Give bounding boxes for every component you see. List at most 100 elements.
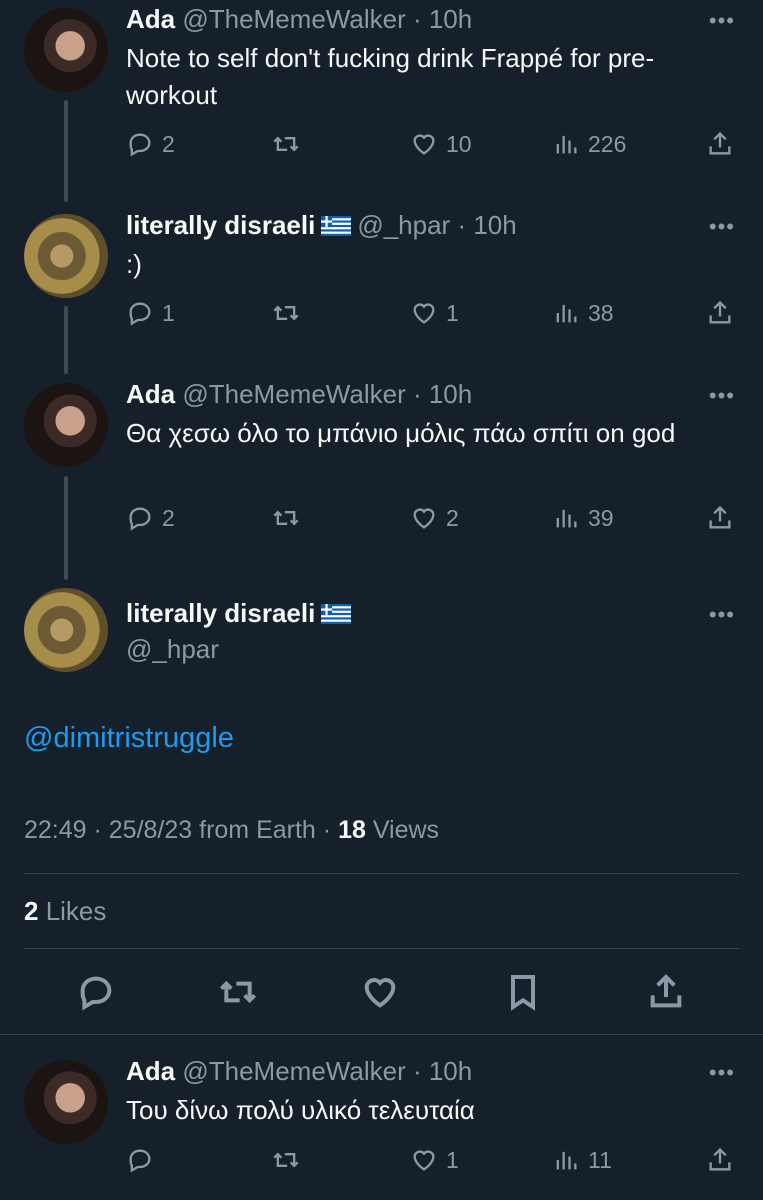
like-button[interactable]: 2: [410, 504, 459, 532]
retweet-button[interactable]: [272, 504, 308, 532]
author-name[interactable]: literally disraeli: [126, 210, 315, 240]
thread-line: [64, 306, 68, 374]
heart-icon: [360, 972, 400, 1012]
divider: [0, 1034, 763, 1035]
tweet-header: Ada @TheMemeWalker · 10h: [126, 4, 472, 35]
bookmark-button[interactable]: [503, 972, 551, 1012]
reply-button[interactable]: [76, 972, 124, 1012]
heart-icon: [410, 504, 438, 532]
views-icon: [552, 504, 580, 532]
retweet-icon: [272, 504, 300, 532]
greece-flag-icon: [321, 604, 351, 624]
reply-icon: [76, 972, 116, 1012]
views-icon: [552, 299, 580, 327]
tweet-header: Ada @TheMemeWalker · 10h: [126, 379, 472, 410]
more-options-icon[interactable]: •••: [709, 214, 735, 240]
bookmark-icon: [503, 972, 543, 1012]
views-label: Views: [365, 816, 440, 844]
view-count: 226: [588, 130, 627, 157]
timestamp-source[interactable]: 22:49 · 25/8/23 from Earth ·: [24, 816, 338, 844]
author-handle[interactable]: @TheMemeWalker · 10h: [182, 1056, 472, 1086]
view-count: 38: [588, 299, 614, 326]
likes-label: Likes: [38, 896, 107, 926]
thread-line: [64, 100, 68, 202]
retweet-icon: [272, 130, 300, 158]
views-button[interactable]: 11: [552, 1146, 612, 1174]
like-button[interactable]: 1: [410, 1146, 459, 1174]
author-name[interactable]: Ada: [126, 379, 175, 409]
divider: [24, 873, 739, 874]
avatar[interactable]: [24, 383, 108, 467]
avatar[interactable]: [24, 214, 108, 298]
reply-icon: [126, 130, 154, 158]
mention-link[interactable]: @dimitristruggle: [24, 722, 234, 755]
avatar[interactable]: [24, 1060, 108, 1144]
more-options-icon[interactable]: •••: [709, 602, 735, 628]
share-button[interactable]: [706, 504, 742, 532]
author-handle[interactable]: @TheMemeWalker · 10h: [182, 379, 472, 409]
tweet-text: Του δίνω πολύ υλικό τελευταία: [126, 1095, 475, 1125]
author-name[interactable]: Ada: [126, 4, 175, 34]
share-button[interactable]: [706, 1146, 742, 1174]
tweet-text: Θα χεσω όλο το μπάνιο μόλις πάω σπίτι on…: [126, 418, 676, 448]
likes-count: 2: [24, 896, 39, 926]
tweet-text: Note to self don't fucking drink Frappé …: [126, 43, 655, 110]
view-count: 39: [588, 504, 614, 531]
views-icon: [552, 130, 580, 158]
greece-flag-icon: [321, 216, 351, 236]
views-count: 18: [338, 816, 366, 844]
reply-button[interactable]: [126, 1146, 162, 1174]
avatar[interactable]: [24, 588, 108, 672]
author-handle[interactable]: @TheMemeWalker · 10h: [182, 4, 472, 34]
retweet-icon: [218, 972, 258, 1012]
retweet-button[interactable]: [272, 130, 308, 158]
reply-button[interactable]: 2: [126, 504, 175, 532]
like-count: 10: [446, 130, 472, 157]
tweet-header: literally disraeli @_hpar · 10h: [126, 210, 517, 241]
share-button[interactable]: [706, 299, 742, 327]
like-button[interactable]: 10: [410, 130, 472, 158]
views-button[interactable]: 39: [552, 504, 614, 532]
reply-count: 2: [162, 130, 175, 157]
author-handle[interactable]: @_hpar: [126, 634, 219, 665]
share-button[interactable]: [646, 972, 694, 1012]
like-count: 1: [446, 299, 459, 326]
more-options-icon[interactable]: •••: [709, 383, 735, 409]
more-options-icon[interactable]: •••: [709, 1060, 735, 1086]
share-icon: [706, 299, 734, 327]
author-name[interactable]: literally disraeli: [126, 598, 315, 628]
retweet-button[interactable]: [218, 972, 266, 1012]
share-icon: [706, 1146, 734, 1174]
retweet-button[interactable]: [272, 299, 308, 327]
reply-button[interactable]: 2: [126, 130, 175, 158]
tweet-meta: 22:49 · 25/8/23 from Earth · 18 Views: [24, 816, 439, 845]
view-count: 11: [588, 1146, 612, 1173]
heart-icon: [410, 299, 438, 327]
reply-icon: [126, 504, 154, 532]
main-tweet-author: literally disraeli: [126, 598, 357, 629]
heart-icon: [410, 130, 438, 158]
more-options-icon[interactable]: •••: [709, 8, 735, 34]
like-button[interactable]: [360, 972, 408, 1012]
views-button[interactable]: 226: [552, 130, 626, 158]
views-icon: [552, 1146, 580, 1174]
like-button[interactable]: 1: [410, 299, 459, 327]
reply-count: 2: [162, 504, 175, 531]
reply-icon: [126, 1146, 154, 1174]
share-icon: [706, 130, 734, 158]
author-handle[interactable]: @_hpar · 10h: [357, 210, 516, 240]
retweet-button[interactable]: [272, 1146, 308, 1174]
like-count: 1: [446, 1146, 459, 1173]
views-button[interactable]: 38: [552, 299, 614, 327]
share-icon: [646, 972, 686, 1012]
reply-button[interactable]: 1: [126, 299, 175, 327]
likes-summary[interactable]: 2 Likes: [24, 896, 106, 927]
retweet-icon: [272, 299, 300, 327]
heart-icon: [410, 1146, 438, 1174]
author-name[interactable]: Ada: [126, 1056, 175, 1086]
like-count: 2: [446, 504, 459, 531]
share-button[interactable]: [706, 130, 742, 158]
divider: [24, 948, 739, 949]
avatar[interactable]: [24, 8, 108, 92]
reply-icon: [126, 299, 154, 327]
